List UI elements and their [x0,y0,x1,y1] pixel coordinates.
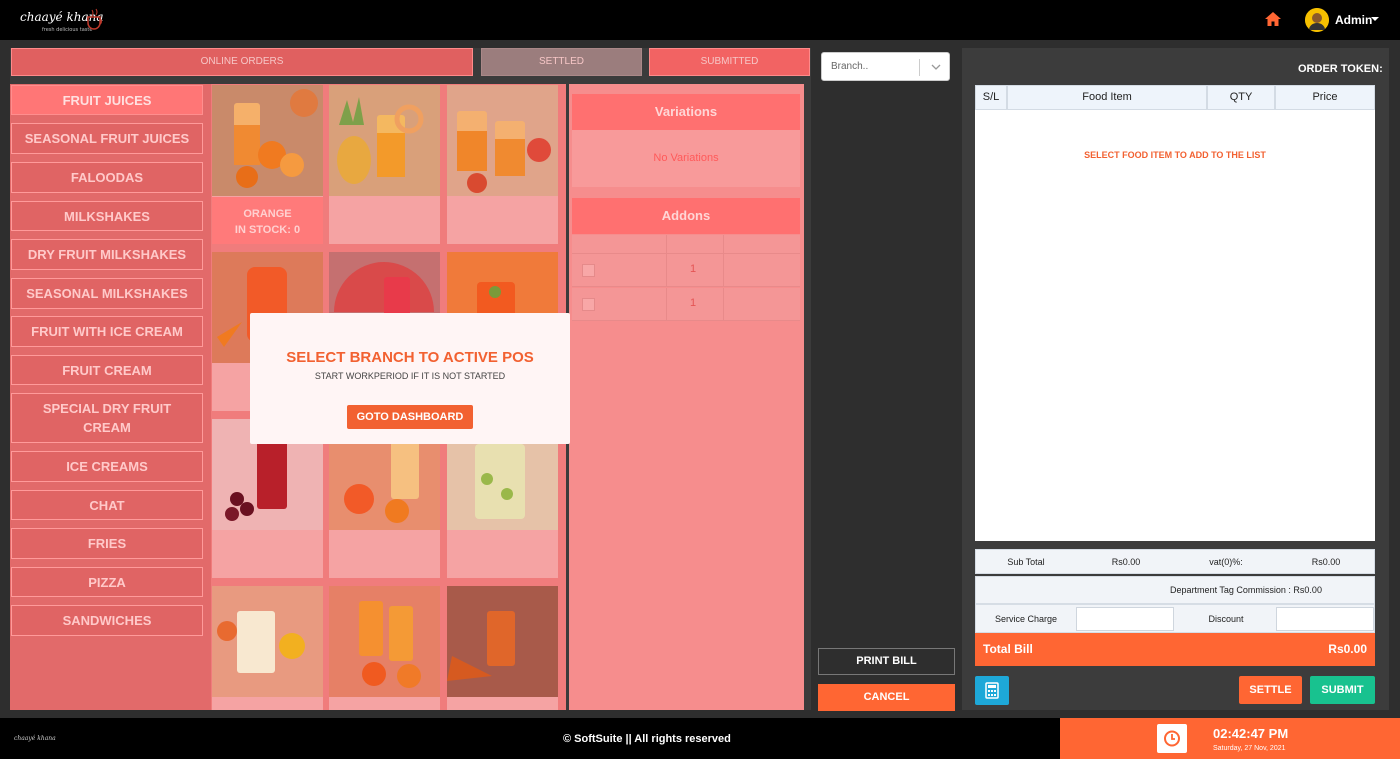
category-item[interactable]: MILKSHAKES [11,201,203,231]
category-item[interactable]: CHAT [11,490,203,520]
branch-select[interactable]: Branch.. [821,52,950,81]
variations-empty: No Variations [572,130,800,187]
item-name: ORANGE [243,208,292,220]
category-item[interactable]: FALOODAS [11,162,203,193]
column-header: S/L [975,85,1007,110]
column-header: QTY [1207,85,1275,110]
calculator-icon [985,682,999,699]
addons-table-header [572,235,800,254]
calculator-button[interactable] [975,676,1009,705]
user-avatar-icon [1305,8,1329,32]
menu-item-label: ORANGE IN STOCK: 0 [212,197,323,244]
addon-row[interactable]: 1 [572,288,800,321]
top-bar: chaayé khana fresh delicious taste Admin [0,0,1400,40]
addon-checkbox[interactable] [582,298,595,311]
addon-qty: 1 [690,263,697,275]
user-menu[interactable]: Admin [1335,13,1372,27]
item-stock: IN STOCK: 0 [234,224,301,236]
footer: chaayé khana © SoftSuite || All rights r… [0,718,1400,759]
total-bill-label: Total Bill [983,642,1033,656]
addon-checkbox[interactable] [582,264,595,277]
discount-label: Discount [1208,613,1244,624]
clock-panel: 02:42:47 PM Saturday, 27 Nov, 2021 [1060,718,1400,759]
addons-header: Addons [572,198,800,234]
order-table: S/L Food Item QTY Price SELECT FOOD ITEM… [975,85,1375,541]
vat-value: Rs0.00 [1311,556,1341,567]
sub-total-label: Sub Total [1007,556,1045,567]
vat-label: vat(0)%: [1209,556,1243,567]
tab-settled[interactable]: SETTLED [481,48,642,76]
chevron-down-icon[interactable] [930,61,942,73]
submit-button[interactable]: SUBMIT [1310,676,1375,704]
sub-total-value: Rs0.00 [1111,556,1141,567]
menu-item-tile[interactable] [329,586,440,710]
category-item[interactable]: FRIES [11,528,203,559]
current-date: Saturday, 27 Nov, 2021 [1213,745,1286,752]
menu-item-tile[interactable] [212,586,323,710]
carrot-orange-juice-image [447,586,558,697]
category-item[interactable]: FRUIT WITH ICE CREAM [11,316,203,347]
variations-header: Variations [572,94,800,130]
category-item[interactable]: SEASONAL MILKSHAKES [11,278,203,309]
total-bill-row: Total Bill Rs0.00 [975,633,1375,666]
menu-item-tile[interactable] [447,586,558,710]
column-header: Food Item [1007,85,1207,110]
cancel-button[interactable]: CANCEL [818,684,955,711]
branch-placeholder: Branch.. [831,61,869,72]
chevron-down-icon[interactable] [1371,17,1379,21]
menu-item-tile[interactable] [329,85,440,244]
discount-input[interactable] [1276,607,1374,631]
tab-online-orders[interactable]: ONLINE ORDERS [11,48,473,76]
empty-order-message: SELECT FOOD ITEM TO ADD TO THE LIST [1084,150,1266,160]
column-header: Price [1275,85,1375,110]
cup-logo-icon [87,8,102,30]
addon-row[interactable]: 1 [572,254,800,287]
category-item[interactable]: PIZZA [11,567,203,597]
modal-subtitle: START WORKPERIOD IF IT IS NOT STARTED [314,371,506,381]
category-item[interactable]: SPECIAL DRY FRUIT CREAM [11,393,203,443]
current-time: 02:42:47 PM [1213,726,1289,741]
category-item[interactable]: SANDWICHES [11,605,203,636]
divider [919,59,920,76]
commission-text: Department Tag Commission : Rs0.00 [1170,585,1322,595]
sub-total-row: Sub Total Rs0.00 vat(0)%: Rs0.00 [975,549,1375,574]
citrus-juice-image [329,586,440,697]
select-branch-modal: SELECT BRANCH TO ACTIVE POS START WORKPE… [250,313,570,444]
tab-submitted[interactable]: SUBMITTED [649,48,810,76]
service-charge-label: Service Charge [994,613,1058,624]
service-charge-input[interactable] [1076,607,1174,631]
goto-dashboard-button[interactable]: GOTO DASHBOARD [347,405,473,429]
category-item[interactable]: ICE CREAMS [11,451,203,482]
total-bill-value: Rs0.00 [1328,642,1367,656]
menu-item-tile[interactable]: ORANGE IN STOCK: 0 [212,85,323,244]
print-bill-button[interactable]: PRINT BILL [818,648,955,675]
order-token-label: ORDER TOKEN: [1298,63,1383,75]
clock-icon [1157,724,1187,753]
orange-juice-image [212,85,323,196]
commission-row: Department Tag Commission : Rs0.00 [975,576,1375,604]
category-item[interactable]: FRUIT CREAM [11,355,203,385]
copyright-text: © SoftSuite || All rights reserved [563,733,731,745]
footer-logo: chaayé khana [14,735,56,742]
apple-juice-image [447,85,558,196]
modal-title: SELECT BRANCH TO ACTIVE POS [286,349,534,366]
lemonade-image [212,586,323,697]
category-item[interactable]: DRY FRUIT MILKSHAKES [11,239,203,270]
settle-button[interactable]: SETTLE [1239,676,1302,704]
pineapple-juice-image [329,85,440,196]
avatar[interactable] [1305,8,1329,32]
menu-item-tile[interactable] [447,85,558,244]
addon-qty: 1 [690,297,697,309]
category-item[interactable]: FRUIT JUICES [11,85,203,115]
category-item[interactable]: SEASONAL FRUIT JUICES [11,123,203,154]
home-icon[interactable] [1264,11,1282,27]
charges-row: Service Charge Discount [975,604,1375,633]
